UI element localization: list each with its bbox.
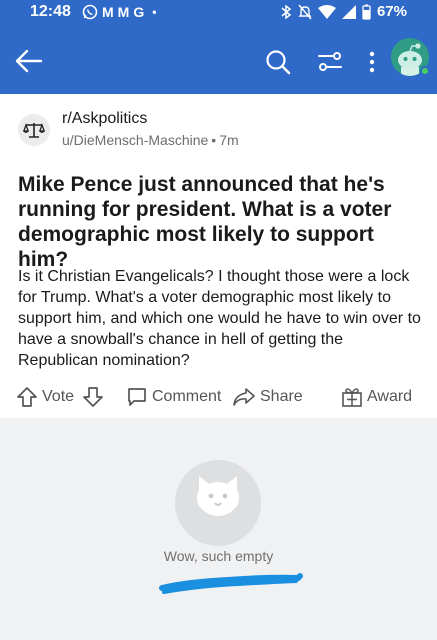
whatsapp-icon	[82, 4, 98, 20]
status-bar: 12:48 M M G • 67%	[0, 0, 437, 26]
blue-scribble	[159, 573, 303, 594]
award-button[interactable]: Award	[341, 384, 412, 410]
battery-percent: 67%	[376, 3, 407, 20]
post-age: 7m	[219, 132, 239, 148]
more-vertical-icon[interactable]	[364, 48, 380, 76]
post-actions: Vote Comment Share Award	[0, 384, 437, 410]
comment-label: Comment	[152, 388, 222, 405]
upvote-icon[interactable]	[16, 386, 38, 408]
dot-icon: •	[152, 5, 157, 19]
meta-separator: •	[211, 132, 217, 148]
share-icon	[233, 388, 255, 406]
comment-button[interactable]: Comment	[126, 384, 221, 410]
share-label: Share	[260, 388, 303, 405]
bluetooth-icon	[281, 4, 292, 19]
subreddit-name[interactable]: r/Askpolitics	[62, 110, 147, 128]
app-bar	[0, 26, 437, 94]
filter-icon[interactable]	[316, 48, 344, 76]
gift-award-icon	[342, 388, 362, 407]
vote-control: Vote	[16, 384, 104, 410]
signal-icon	[341, 4, 356, 19]
notification-icons: M M G •	[82, 4, 156, 20]
scales-icon	[23, 123, 45, 138]
online-status-dot	[420, 66, 430, 76]
gmail-icon: M	[102, 4, 114, 20]
post-body: Is it Christian Evangelicals? I thought …	[18, 268, 421, 369]
award-label: Award	[367, 388, 413, 405]
empty-state-circle	[175, 460, 261, 546]
back-arrow-icon[interactable]	[14, 48, 44, 74]
battery-icon	[362, 4, 371, 20]
wifi-icon	[317, 4, 336, 19]
google-icon: G	[133, 4, 145, 20]
post-title: Mike Pence just announced that he's runn…	[18, 173, 392, 271]
share-button[interactable]: Share	[232, 384, 303, 410]
cat-icon	[197, 476, 239, 516]
post-card: r/Askpolitics u/DieMensch-Maschine • 7m Mi…	[0, 94, 437, 418]
post-meta: u/DieMensch-Maschine • 7m	[62, 132, 239, 148]
downvote-icon[interactable]	[82, 386, 104, 408]
post-author[interactable]: u/DieMensch-Maschine	[62, 132, 208, 148]
system-icons: 67%	[280, 3, 407, 20]
comment-icon	[128, 388, 146, 406]
search-icon[interactable]	[264, 48, 292, 76]
subreddit-icon[interactable]	[18, 114, 50, 146]
mute-icon	[298, 4, 312, 19]
status-time: 12:48	[30, 3, 71, 20]
empty-comments: Wow, such empty	[0, 418, 437, 640]
vote-label: Vote	[42, 388, 75, 405]
gmail-icon: M	[117, 4, 130, 20]
empty-state-message: Wow, such empty	[163, 548, 274, 564]
